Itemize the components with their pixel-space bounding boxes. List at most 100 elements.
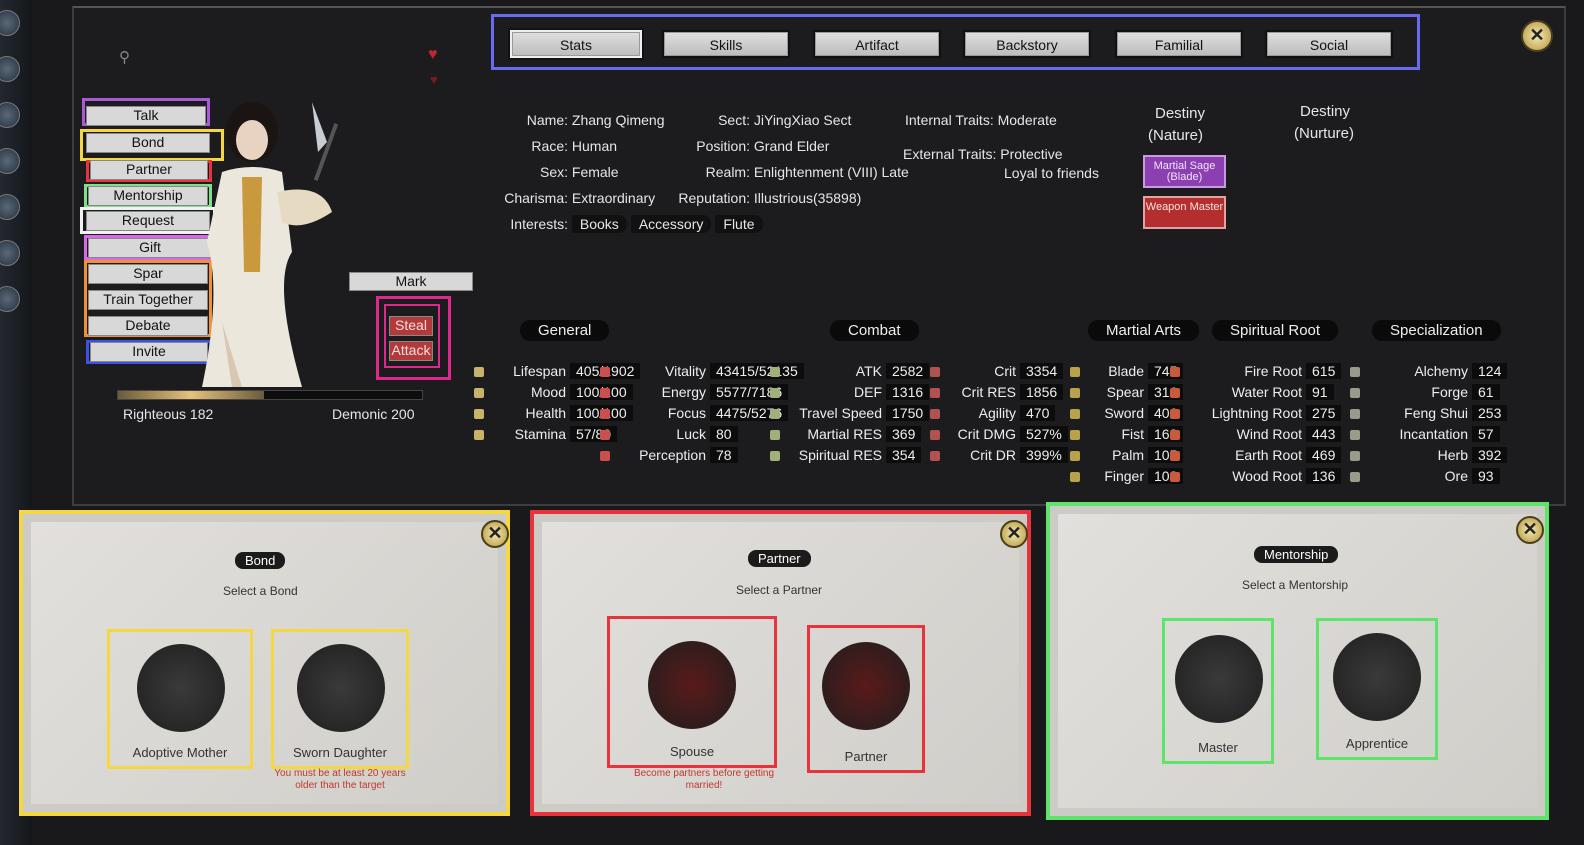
- partner-option[interactable]: Partner: [807, 625, 925, 773]
- stat-icon: [770, 409, 780, 420]
- heart-small-icon: ♥: [430, 72, 438, 87]
- stat-icon: [1070, 409, 1080, 420]
- stat-feng-shui: Feng Shui 253: [1350, 405, 1508, 425]
- stat-icon: [1350, 388, 1360, 399]
- bond-icon: [297, 644, 385, 732]
- mentorship-panel: ✕ Mentorship Select a Mentorship Master …: [1046, 502, 1549, 820]
- sidebar-icon[interactable]: [0, 102, 20, 128]
- stat-icon: [600, 367, 610, 378]
- stat-crit: Crit 3354: [930, 363, 1064, 383]
- sidebar-icon[interactable]: [0, 10, 20, 36]
- attack-button[interactable]: Attack: [389, 341, 433, 361]
- partner-panel: ✕ Partner Select a Partner Spouse Partne…: [530, 510, 1031, 816]
- tab-social[interactable]: Social: [1267, 32, 1391, 56]
- stat-fire-root: Fire Root 615: [1170, 363, 1342, 383]
- stat-ore: Ore 93: [1350, 468, 1500, 488]
- stat-agility: Agility 470: [930, 405, 1056, 425]
- info-external: External Traits: Protective: [903, 146, 1063, 162]
- destiny-badge-martial-sage[interactable]: Martial Sage (Blade): [1143, 155, 1226, 188]
- stat-luck: Luck 80: [600, 426, 738, 446]
- heart-icon[interactable]: ♥: [428, 46, 438, 64]
- stat-atk: ATK 2582: [770, 363, 930, 383]
- stat-icon: [1170, 367, 1180, 378]
- tab-familial[interactable]: Familial: [1117, 32, 1241, 56]
- mentorship-subtitle: Select a Mentorship: [1242, 578, 1349, 592]
- bond-title: Bond: [235, 552, 286, 569]
- info-sect: Sect: JiYingXiao Sect: [718, 112, 852, 128]
- category-combat: Combat: [830, 320, 919, 341]
- spouse-option[interactable]: Spouse: [607, 616, 777, 768]
- close-icon[interactable]: ✕: [1516, 516, 1544, 544]
- category-general: General: [520, 320, 610, 341]
- info-realm: Realm: Enlightenment (VIII) Late: [705, 164, 909, 180]
- stat-icon: [1070, 472, 1080, 483]
- tab-artifact[interactable]: Artifact: [815, 32, 939, 56]
- stat-icon: [1070, 367, 1080, 378]
- stat-forge: Forge 61: [1350, 384, 1500, 404]
- righteous-value: Righteous 182: [123, 406, 214, 422]
- adoptive-mother-option[interactable]: Adoptive Mother: [107, 629, 253, 769]
- tab-stats[interactable]: Stats: [512, 32, 640, 56]
- info-race: Race: Human: [531, 138, 618, 154]
- close-icon[interactable]: ✕: [1000, 520, 1028, 548]
- info-external-2: Loyal to friends: [1004, 165, 1099, 181]
- destiny-badge-weapon-master[interactable]: Weapon Master: [1143, 196, 1226, 229]
- apprentice-option[interactable]: Apprentice: [1316, 618, 1438, 760]
- stat-earth-root: Earth Root 469: [1170, 447, 1342, 467]
- steal-button[interactable]: Steal: [389, 316, 433, 336]
- stat-crit-res: Crit RES 1856: [930, 384, 1064, 404]
- sidebar-icon[interactable]: [0, 194, 20, 220]
- stat-alchemy: Alchemy 124: [1350, 363, 1508, 383]
- destiny-nature-sub: (Nature): [1148, 127, 1204, 144]
- category-spiritual-root: Spiritual Root: [1212, 320, 1339, 341]
- stat-icon: [930, 367, 940, 378]
- stat-finger: Finger 108: [1070, 468, 1184, 488]
- stat-spear: Spear 316: [1070, 384, 1184, 404]
- sidebar-icon[interactable]: [0, 240, 20, 266]
- interest-tag: Accessory: [630, 215, 712, 233]
- info-position: Position: Grand Elder: [696, 138, 830, 154]
- stat-icon: [1070, 430, 1080, 441]
- tab-backstory[interactable]: Backstory: [965, 32, 1089, 56]
- partner-warning: Become partners before getting married!: [633, 768, 775, 791]
- alignment-bar: [117, 390, 423, 400]
- sidebar-icon[interactable]: [0, 148, 20, 174]
- stat-icon: [930, 409, 940, 420]
- stat-icon: [600, 409, 610, 420]
- stat-icon: [474, 367, 484, 378]
- sworn-daughter-option[interactable]: Sworn Daughter: [271, 629, 409, 769]
- search-icon[interactable]: ⚲: [119, 48, 130, 66]
- stat-spiritual-res: Spiritual RES 354: [770, 447, 922, 467]
- close-icon[interactable]: ✕: [481, 520, 509, 548]
- interest-tag: Flute: [715, 215, 763, 233]
- mark-button[interactable]: Mark: [349, 272, 473, 291]
- sidebar-icon[interactable]: [0, 56, 20, 82]
- sidebar-icon[interactable]: [0, 286, 20, 312]
- stat-icon: [1350, 451, 1360, 462]
- stat-travel-speed: Travel Speed 1750: [770, 405, 930, 425]
- master-option[interactable]: Master: [1162, 618, 1274, 764]
- stat-icon: [1170, 388, 1180, 399]
- stat-lightning-root: Lightning Root 275: [1170, 405, 1342, 425]
- stat-icon: [474, 430, 484, 441]
- stat-martial-res: Martial RES 369: [770, 426, 922, 446]
- stat-icon: [930, 430, 940, 441]
- partner-subtitle: Select a Partner: [736, 583, 823, 597]
- info-interests: Interests: Books Accessory Flute: [490, 215, 767, 233]
- stat-icon: [930, 451, 940, 462]
- stat-icon: [474, 409, 484, 420]
- info-sex: Sex: Female: [539, 164, 619, 180]
- stat-wood-root: Wood Root 136: [1170, 468, 1342, 488]
- info-charisma: Charisma: Extraordinary: [504, 190, 656, 206]
- stat-blade: Blade 745: [1070, 363, 1184, 383]
- stat-icon: [770, 451, 780, 462]
- stat-icon: [1170, 430, 1180, 441]
- tab-skills[interactable]: Skills: [664, 32, 788, 56]
- close-icon[interactable]: ✕: [1521, 20, 1553, 52]
- stat-energy: Energy 5577/7186: [600, 384, 789, 404]
- stat-icon: [1170, 451, 1180, 462]
- stat-water-root: Water Root 91: [1170, 384, 1334, 404]
- stat-def: DEF 1316: [770, 384, 930, 404]
- info-internal: Internal Traits: Moderate: [905, 112, 1057, 128]
- stat-icon: [770, 388, 780, 399]
